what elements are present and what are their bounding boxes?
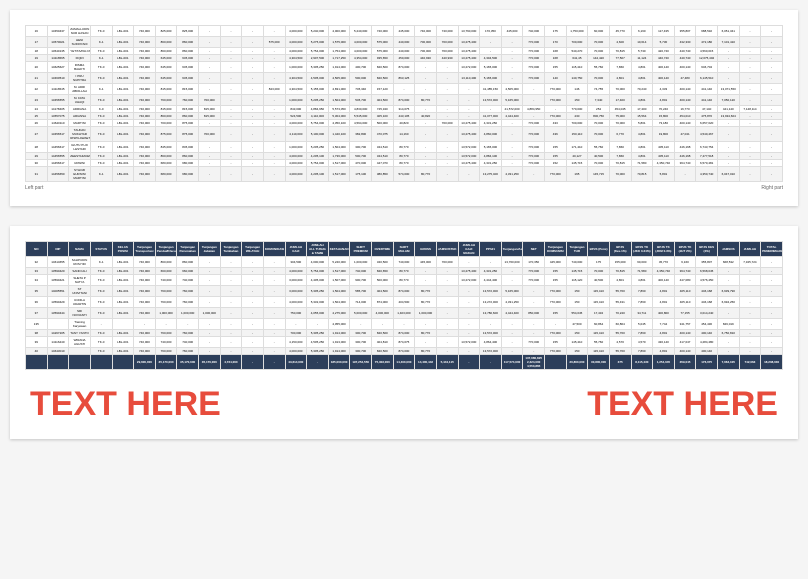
table-row: 3313590420SANDI ALITK-0LBL-001740,000660… — [26, 268, 783, 275]
col-header: BPJS TK (JKK 0.24%) — [631, 242, 653, 257]
table-row: 3713590444SRI NOVIANTITK-0LBL-001740,000… — [26, 308, 783, 319]
table-row: 3514005551ST UNIVITANITK-0LBL-001740,000… — [26, 286, 783, 297]
col-header: Tunjangan KOMSUMSI — [545, 242, 567, 257]
col-header: STATUS — [90, 242, 112, 257]
col-header: Tunjangan Transportasi — [134, 242, 156, 257]
col-header: Tunjangan WILAYAH — [242, 242, 264, 257]
col-header: JUMLAH GAJI MAKAN — [458, 242, 480, 257]
table-row: 1613450437ZAMALLUDIN NUR HASANTK-0LBL-00… — [26, 26, 783, 37]
table-row: 1714570021HENI SUFRIYADIK-1LBL-001740,00… — [26, 37, 783, 48]
total-row: 29,600,00035,170,00035,170,00035,170,000… — [26, 355, 783, 370]
table-row: 3914116440WIRANA AGUSTITK-0LBL-001740,00… — [26, 337, 783, 348]
table-row: 2814456617IHUTU PUJI LESTARITK-0LBL-0017… — [26, 142, 783, 153]
footer-left: Left part — [25, 185, 43, 191]
table-row: 135Training Karyawan----------4,055,000-… — [26, 319, 783, 330]
col-header: NET — [523, 242, 545, 257]
col-header: KOMUNIKASI — [263, 242, 285, 257]
payroll-table-2: NONIPNAMASTATUSKELAS POSISITunjangan Tra… — [25, 241, 783, 370]
table-row: 1914116595FIQRIK-1LBL-001740,000645,0006… — [26, 55, 783, 62]
col-header: KELAS POSISI — [112, 242, 134, 257]
col-header: NAMA — [69, 242, 91, 257]
table-row: 4014643010TK-0LBL-001740,000760,000760,0… — [26, 348, 783, 355]
table-row: 2014625627RISMA BAHKTITK-0LBL-001740,000… — [26, 62, 783, 73]
table-row: 3613590429UCDILA UDARTINTK-0LBL-001740,0… — [26, 297, 783, 308]
col-header: Tunjangan Perumahan — [177, 242, 199, 257]
col-header: Tunjangan Tambahan — [220, 242, 242, 257]
col-header: KETAHANAN — [328, 242, 350, 257]
col-header: BPJS KES (4%) — [696, 242, 718, 257]
col-header: GROSS — [415, 242, 437, 257]
col-header: Tunjangan/Asuransi — [501, 242, 523, 257]
table-row: 2713456517TAUFAN MUKHTAR RISPILAWAETATK-… — [26, 127, 783, 142]
col-header: SHIFT PREMIUM — [350, 242, 372, 257]
footer-right: Right part — [761, 185, 783, 191]
table-row: 2113460510I PRU NUPITRATK-0LBL-001740,00… — [26, 73, 783, 84]
col-header: JUMLAH GAJI — [285, 242, 307, 257]
table-row: 2313456555M. FATA UHAQITK-0LBL-001740,00… — [26, 95, 783, 106]
table-row: 3814267205TANY YANTOTK-0LBL-001740,00076… — [26, 330, 783, 337]
col-header: BPJS TK (JHT 2%) — [674, 242, 696, 257]
col-header: PPh21 — [480, 242, 502, 257]
col-header: SHIFT MALAM — [393, 242, 415, 257]
table-row: 3214614655SAHPUDIN ROSYIDIK-1LBL-001740,… — [26, 257, 783, 268]
col-header: NO — [26, 242, 48, 257]
col-header: Tunjangan Pendai/Khusus — [155, 242, 177, 257]
table-row: 1813640135YET/TA/PALYANTK-0LBL-001740,00… — [26, 48, 783, 55]
text-here-right: TEXT HERE — [587, 385, 778, 424]
table-row: 2414178405ADRIANAK-0LBL-001740,000815,00… — [26, 106, 783, 113]
col-header: BPJS (Pens) — [588, 242, 610, 257]
col-header: JAMSOSTEK — [436, 242, 458, 257]
text-here-left: TEXT HERE — [30, 385, 221, 424]
col-header: Tunjangan Jabatan — [199, 242, 221, 257]
page-2: NONIPNAMASTATUSKELAS POSISITunjangan Tra… — [10, 226, 798, 439]
col-header: JUMLAH ALL TUNJG & TAMB — [307, 242, 329, 257]
col-header: NIP — [47, 242, 69, 257]
page-1-continued: 1613450437ZAMALLUDIN NUR HASANTK-0LBL-00… — [10, 10, 798, 206]
col-header: BPJS TK (JKM 0.3%) — [653, 242, 675, 257]
col-header: JUMLAH — [739, 242, 761, 257]
col-header: TOTAL PENERIMAAN — [761, 242, 783, 257]
table-row: 3413590421SHETA P NATYATK-0LBL-001740,00… — [26, 275, 783, 286]
col-header: BPJS (Kes.1%) — [609, 242, 631, 257]
col-header: OVERTIME — [372, 242, 394, 257]
payroll-table-1: 1613450437ZAMALLUDIN NUR HASANTK-0LBL-00… — [25, 25, 783, 182]
page-footer-labels: Left part Right part — [25, 185, 783, 191]
placeholder-text-row: TEXT HERE TEXT HERE — [25, 385, 783, 424]
col-header: JAMSOS — [718, 242, 740, 257]
table-row: 2914456555ZEESTAFAVENTTK-0LBL-001740,000… — [26, 153, 783, 160]
table-row: 2214116545M. ADRI ABDILLAHK-1LBL-001740,… — [26, 84, 783, 95]
col-header: Tunjangan THR — [566, 242, 588, 257]
table-row: 3114456650SYHOZI EURNINI MARTINIK-1LBL-0… — [26, 167, 783, 182]
table-row: 3014456617UDWINITK-0LBL-001740,000680,00… — [26, 160, 783, 167]
table-row: 2514557075ARIANSATK-0LBL-001740,000860,0… — [26, 113, 783, 120]
table-row: 2614640110MARTINITK-0LBL-001740,000700,0… — [26, 120, 783, 127]
